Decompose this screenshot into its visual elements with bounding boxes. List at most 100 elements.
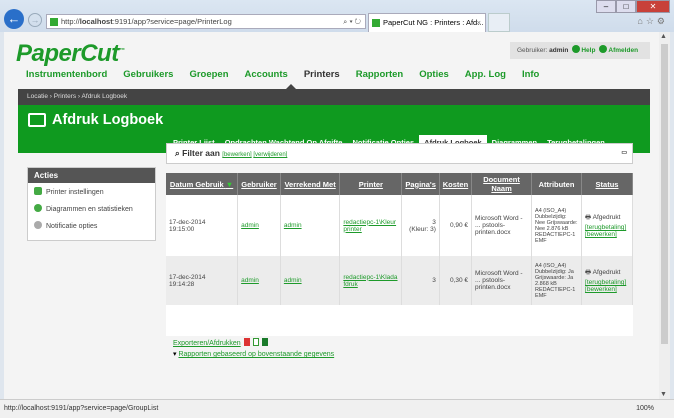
page-title: Afdruk Logboek (52, 112, 164, 128)
chart-icon (34, 204, 42, 212)
filter-edit-link[interactable]: [bewerken] (222, 152, 251, 158)
col-pages[interactable]: Pagina's (401, 173, 440, 195)
user-link[interactable]: admin (241, 277, 259, 284)
help-icon (572, 45, 581, 53)
printer-link[interactable]: redactiepc-1\Kleurprinter (343, 219, 396, 233)
printer-icon: 🖶 (585, 214, 592, 221)
status-url: http://localhost:9191/app?service=page/G… (4, 405, 159, 412)
col-user[interactable]: Gebruiker (237, 173, 281, 195)
charged-link[interactable]: admin (284, 222, 302, 229)
sort-desc-icon: ▼ (225, 179, 234, 189)
date-cell: 17-dec-2014 19:14:28 (166, 256, 239, 305)
search-refresh-icons[interactable]: ⌕ ▾ ↻ (343, 15, 361, 28)
browser-tab[interactable]: PaperCut NG : Printers : Afd... × (368, 13, 486, 32)
forward-button[interactable]: → (28, 13, 42, 27)
new-tab-button[interactable] (488, 13, 510, 32)
status-cell: 🖶 Afgedrukt [terugbetaling] [bewerken] (581, 195, 633, 256)
table-row: 17-dec-2014 19:14:28 admin admin redactie… (166, 256, 633, 305)
filter-remove-link[interactable]: [verwijderen] (253, 152, 287, 158)
reports-link[interactable]: Rapporten gebaseerd op bovenstaande gege… (178, 351, 334, 358)
user-link[interactable]: admin (241, 222, 259, 229)
nav-info[interactable]: Info (522, 69, 539, 80)
nav-options[interactable]: Opties (419, 69, 449, 80)
logout-link[interactable]: Afmelden (608, 47, 638, 54)
edit-link[interactable]: [bewerken] (585, 231, 617, 238)
col-charged-to[interactable]: Verrekend Met (280, 173, 341, 195)
edit-link[interactable]: [bewerken] (585, 286, 617, 293)
nav-printers[interactable]: Printers (304, 69, 340, 80)
refund-link[interactable]: [terugbetaling] (585, 279, 626, 286)
action-printer-settings[interactable]: Printer instellingen (28, 183, 155, 200)
export-link[interactable]: Exporteren/Afdrukken (173, 340, 241, 347)
filter-label: Filter aan (182, 148, 220, 158)
nav-reports[interactable]: Rapporten (356, 69, 404, 80)
nav-accounts[interactable]: Accounts (245, 69, 288, 80)
attributes-cell: A4 (ISO_A4) Dubbelzijdig: Nee Grijswaard… (531, 195, 583, 256)
username: admin (549, 47, 569, 54)
col-cost[interactable]: Kosten (439, 173, 473, 195)
back-button[interactable]: ← (4, 9, 24, 29)
minimize-button[interactable]: – (596, 0, 616, 13)
home-star-gear-icons[interactable]: ⌂☆⚙ (637, 16, 668, 27)
document-cell: Microsoft Word - ... pstools-printen.doc… (471, 195, 533, 256)
actions-panel: Acties Printer instellingen Diagrammen e… (27, 167, 156, 241)
scrollbar[interactable]: ▲ ▼ (659, 32, 670, 399)
pages-cell: 3 (401, 256, 440, 305)
refund-link[interactable]: [terugbetaling] (585, 224, 626, 231)
close-window-button[interactable]: ✕ (636, 0, 670, 13)
user-label: Gebruiker: (517, 47, 548, 54)
cost-cell: 0,30 € (439, 256, 473, 305)
breadcrumb: Locatie › Printers › Afdruk Logboek (18, 89, 650, 105)
col-attributes: Attributen (531, 173, 583, 195)
address-bar[interactable]: http://localhost:9191/app?service=page/P… (46, 14, 366, 29)
cost-cell: 0,90 € (439, 195, 473, 256)
nav-users[interactable]: Gebruikers (123, 69, 173, 80)
favicon-icon (50, 18, 58, 26)
action-charts[interactable]: Diagrammen en statistieken (28, 200, 155, 217)
maximize-button[interactable]: □ (616, 0, 636, 13)
table-row: 17-dec-2014 19:15:00 admin admin redactie… (166, 195, 633, 256)
zoom-level[interactable]: 100% (636, 400, 654, 418)
browser-chrome: ← → http://localhost:9191/app?service=pa… (0, 0, 674, 32)
excel-icon[interactable] (261, 338, 268, 346)
logout-icon (599, 45, 608, 53)
printer-icon (28, 113, 46, 127)
print-log-table: Datum Gebruik ▼ Gebruiker Verrekend Met … (166, 173, 633, 305)
notification-icon (34, 221, 42, 229)
pages-cell: 3 (Kleur: 3) (401, 195, 440, 256)
col-document[interactable]: Document Naam (471, 173, 533, 195)
printer-icon (34, 187, 42, 195)
collapse-icon[interactable]: ▭ (621, 144, 627, 163)
user-box: Gebruiker: admin Help Afmelden (510, 42, 650, 59)
printer-icon: 🖶 (585, 269, 592, 276)
main-nav: Instrumentenbord Gebruikers Groepen Acco… (26, 69, 539, 80)
document-cell: Microsoft Word - ... pstools-printen.doc… (471, 256, 533, 305)
html-icon[interactable] (252, 338, 259, 346)
date-cell: 17-dec-2014 19:15:00 (166, 195, 239, 256)
nav-app-log[interactable]: App. Log (465, 69, 506, 80)
url-prefix: http:// (61, 17, 80, 26)
printer-link[interactable]: redactiepc-1\Kladafdruk (343, 274, 397, 288)
col-date[interactable]: Datum Gebruik ▼ (166, 173, 239, 195)
papercut-logo[interactable]: PaperCut™ (16, 40, 125, 68)
url-rest: :9191/app?service=page/PrinterLog (112, 17, 232, 26)
attributes-cell: A4 (ISO_A4) Dubbelzijdig: Ja Grijswaarde… (531, 256, 583, 305)
action-notifications[interactable]: Notificatie opties (28, 217, 155, 234)
status-cell: 🖶 Afgedrukt [terugbetaling] [bewerken] (581, 256, 633, 305)
reports-row: ▾ Rapporten gebaseerd op bovenstaande ge… (173, 350, 334, 358)
help-link[interactable]: Help (581, 47, 595, 54)
tab-title: PaperCut NG : Printers : Afd... (383, 18, 484, 27)
nav-dashboard[interactable]: Instrumentenbord (26, 69, 107, 80)
nav-groups[interactable]: Groepen (189, 69, 228, 80)
export-row: Exporteren/Afdrukken (173, 338, 268, 347)
col-printer[interactable]: Printer (339, 173, 403, 195)
charged-link[interactable]: admin (284, 277, 302, 284)
col-status[interactable]: Status (581, 173, 633, 195)
close-tab-icon[interactable]: × (477, 14, 481, 31)
actions-title: Acties (28, 168, 155, 183)
pdf-icon[interactable] (243, 338, 250, 346)
favicon-icon (372, 19, 380, 27)
filter-bar: ⌕ Filter aan [bewerken] [verwijderen] ▭ (166, 143, 633, 164)
status-bar: http://localhost:9191/app?service=page/G… (0, 399, 674, 418)
print-log-table-container: Datum Gebruik ▼ Gebruiker Verrekend Met … (166, 173, 633, 336)
